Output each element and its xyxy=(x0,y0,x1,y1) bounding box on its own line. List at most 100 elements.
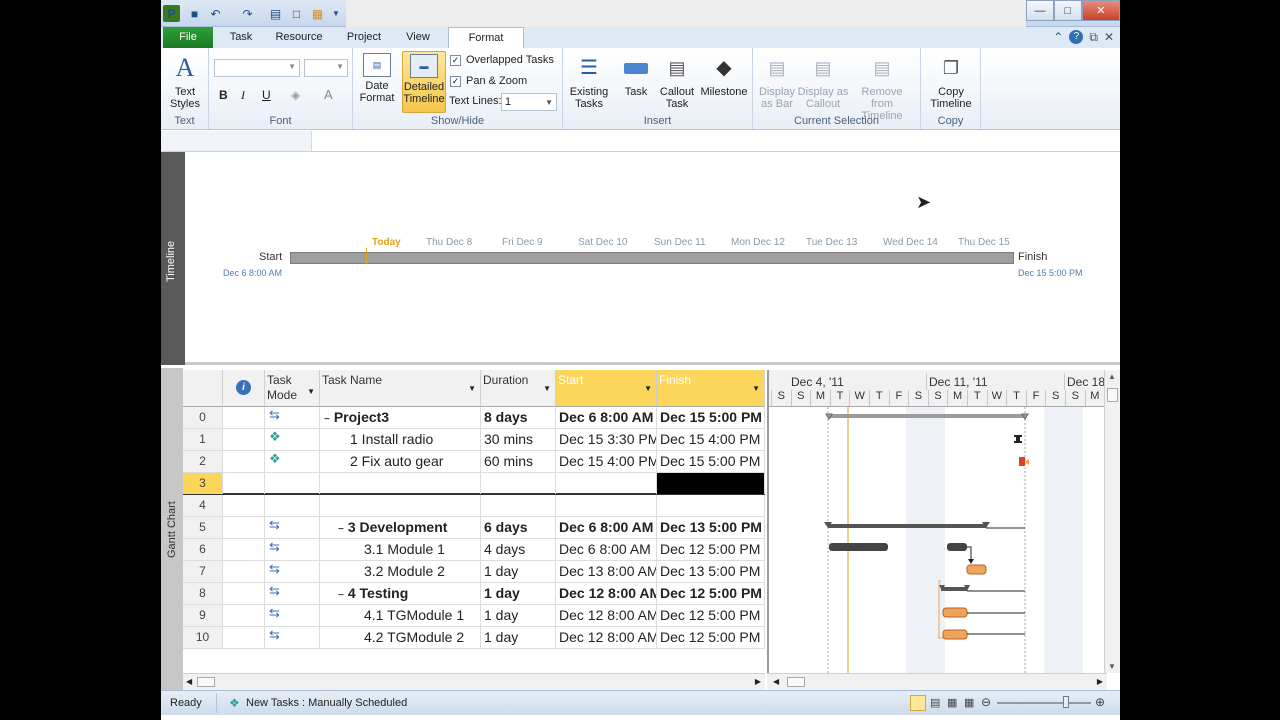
row-id-cell[interactable]: 6 xyxy=(183,539,223,560)
task-name-cell[interactable]: 4.1 TGModule 1 xyxy=(320,605,481,626)
task-name-cell[interactable]: 3.1 Module 1 xyxy=(320,539,481,560)
task-name-header[interactable]: Task Name ▼ xyxy=(320,370,481,407)
text-styles-button[interactable]: A Text Styles xyxy=(167,53,203,111)
table-row[interactable]: 9 ⇆ 4.1 TGModule 1 1 day Dec 12 8:00 AM Dec 1… xyxy=(183,605,765,627)
dropdown-icon[interactable]: ▼ xyxy=(752,384,760,393)
font-color-icon[interactable]: A xyxy=(324,87,333,102)
print-icon[interactable]: ▤ xyxy=(267,5,284,22)
indicator-cell[interactable] xyxy=(223,473,265,494)
copy-timeline-button[interactable]: ❐ Copy Timeline xyxy=(925,53,977,110)
task-name-cell[interactable]: 1 Install radio xyxy=(320,429,481,450)
task-mode-cell[interactable]: ⇆ xyxy=(265,561,320,582)
row-id-cell[interactable]: 8 xyxy=(183,583,223,604)
row-id-cell[interactable]: 5 xyxy=(183,517,223,538)
close-icon[interactable]: ✕ xyxy=(1081,0,1120,21)
task-name-cell[interactable]: − Project3 xyxy=(320,407,481,428)
underline-icon[interactable]: U xyxy=(262,88,271,102)
finish-cell[interactable]: Dec 15 5:00 PM xyxy=(657,407,765,428)
duration-cell[interactable]: 4 days xyxy=(481,539,556,560)
indicator-cell[interactable] xyxy=(223,451,265,472)
detailed-timeline-button[interactable]: ▬ Detailed Timeline xyxy=(402,51,446,113)
table-row[interactable]: 2 ❖ 2 Fix auto gear 60 mins Dec 15 4:00 PM De… xyxy=(183,451,765,473)
start-cell[interactable] xyxy=(556,495,657,516)
start-cell[interactable]: Dec 15 3:30 PM xyxy=(556,429,657,450)
zoom-slider-thumb[interactable] xyxy=(1063,696,1069,708)
resource-sheet-icon[interactable]: ▦ xyxy=(964,696,974,709)
duration-header[interactable]: Duration ▼ xyxy=(481,370,556,407)
indicator-cell[interactable] xyxy=(223,627,265,648)
summary-bar-project3[interactable] xyxy=(828,414,1025,418)
table-row[interactable]: 3 xyxy=(183,473,765,495)
start-cell[interactable]: Dec 6 8:00 AM xyxy=(556,539,657,560)
zoom-in-icon[interactable]: ⊕ xyxy=(1095,695,1105,709)
table-row[interactable]: 8 ⇆ −4 Testing 1 day Dec 12 8:00 AM Dec 12 5:… xyxy=(183,583,765,605)
task-usage-icon[interactable]: ▤ xyxy=(930,696,940,709)
duration-cell[interactable]: 6 days xyxy=(481,517,556,538)
duration-cell[interactable]: 1 day xyxy=(481,561,556,582)
start-cell[interactable]: Dec 6 8:00 AM xyxy=(556,407,657,428)
tab-format[interactable]: Format xyxy=(448,27,524,49)
indicator-cell[interactable] xyxy=(223,429,265,450)
gantt-vertical-scrollbar[interactable]: ▲ ▼ xyxy=(1104,370,1120,673)
pan-zoom-checkbox[interactable]: ✓ Pan & Zoom xyxy=(450,75,527,87)
row-id-cell[interactable]: 7 xyxy=(183,561,223,582)
minimize-icon[interactable]: — xyxy=(1026,0,1054,21)
timeline-bar[interactable] xyxy=(290,252,1014,264)
dropdown-icon[interactable]: ▼ xyxy=(307,384,315,399)
row-id-cell[interactable]: 3 xyxy=(183,473,223,494)
ribbon-collapse-icon[interactable]: ⌃ xyxy=(1053,30,1063,45)
scroll-left-icon[interactable]: ◀ xyxy=(773,677,779,686)
duration-cell[interactable]: 1 day xyxy=(481,583,556,604)
tab-task[interactable]: Task xyxy=(221,27,261,48)
overlapped-tasks-checkbox[interactable]: ✓ Overlapped Tasks xyxy=(450,54,554,66)
scroll-right-icon[interactable]: ▶ xyxy=(1097,677,1103,686)
select-all-corner[interactable] xyxy=(183,370,223,407)
dropdown-icon[interactable]: ▼ xyxy=(543,384,551,393)
table-row[interactable]: 4 xyxy=(183,495,765,517)
start-cell[interactable]: Dec 6 8:00 AM xyxy=(556,517,657,538)
start-cell[interactable]: Dec 12 8:00 AM xyxy=(556,627,657,648)
task-name-cell[interactable]: 4.2 TGModule 2 xyxy=(320,627,481,648)
finish-cell[interactable]: Dec 12 5:00 PM xyxy=(657,539,765,560)
scroll-thumb[interactable] xyxy=(197,677,215,687)
task-name-cell[interactable] xyxy=(320,473,481,494)
task-bar-module-1[interactable] xyxy=(829,543,888,551)
row-id-cell[interactable]: 4 xyxy=(183,495,223,516)
start-cell[interactable]: Dec 15 4:00 PM xyxy=(556,451,657,472)
table-row[interactable]: 0 ⇆ − Project3 8 days Dec 6 8:00 AM Dec 15 5:0… xyxy=(183,407,765,429)
indicator-cell[interactable] xyxy=(223,517,265,538)
finish-cell[interactable]: Dec 12 5:00 PM xyxy=(657,605,765,626)
task-mode-cell[interactable]: ⇆ xyxy=(265,583,320,604)
start-cell[interactable]: Dec 13 8:00 AM xyxy=(556,561,657,582)
task-mode-cell[interactable] xyxy=(265,473,320,494)
scroll-up-icon[interactable]: ▲ xyxy=(1108,372,1116,381)
scroll-thumb[interactable] xyxy=(1107,388,1118,402)
gantt-horizontal-scrollbar[interactable]: ◀ ▶ xyxy=(767,673,1107,690)
team-planner-icon[interactable]: ▦ xyxy=(947,696,957,709)
start-cell[interactable]: Dec 12 8:00 AM xyxy=(556,583,657,604)
task-mode-cell[interactable]: ❖ xyxy=(265,451,320,472)
indicator-cell[interactable] xyxy=(223,495,265,516)
task-mode-cell[interactable]: ⇆ xyxy=(265,539,320,560)
duration-cell[interactable]: 1 day xyxy=(481,605,556,626)
task-bar-module-2[interactable] xyxy=(966,564,987,575)
task-bar-module-1-split[interactable] xyxy=(947,543,967,551)
existing-tasks-button[interactable]: ☰ Existing Tasks xyxy=(567,53,611,110)
insert-task-button[interactable]: Task xyxy=(619,53,653,98)
task-name-cell[interactable]: −4 Testing xyxy=(320,583,481,604)
entry-bar[interactable] xyxy=(161,131,1120,152)
collapse-icon[interactable]: − xyxy=(338,524,344,535)
manual-task-install-radio[interactable] xyxy=(1014,435,1022,443)
manual-task-fix-auto-gear[interactable] xyxy=(1019,457,1025,466)
duration-cell[interactable]: 60 mins xyxy=(481,451,556,472)
restore-doc-icon[interactable]: ⧉ xyxy=(1089,30,1098,45)
task-mode-cell[interactable]: ⇆ xyxy=(265,517,320,538)
finish-cell[interactable]: Dec 15 4:00 PM xyxy=(657,429,765,450)
finish-cell[interactable]: Dec 13 5:00 PM xyxy=(657,517,765,538)
gantt-chart[interactable]: Dec 4, '11 Dec 11, '11 Dec 18 SSMTWTFSSM… xyxy=(767,370,1120,673)
task-mode-cell[interactable]: ⇆ xyxy=(265,605,320,626)
timeline-pane[interactable]: Start Finish Dec 6 8:00 AM Dec 15 5:00 P… xyxy=(185,152,1120,365)
sheet-horizontal-scrollbar[interactable]: ◀ ▶ xyxy=(183,673,765,690)
collapse-icon[interactable]: − xyxy=(324,414,330,425)
duration-cell[interactable] xyxy=(481,473,556,494)
